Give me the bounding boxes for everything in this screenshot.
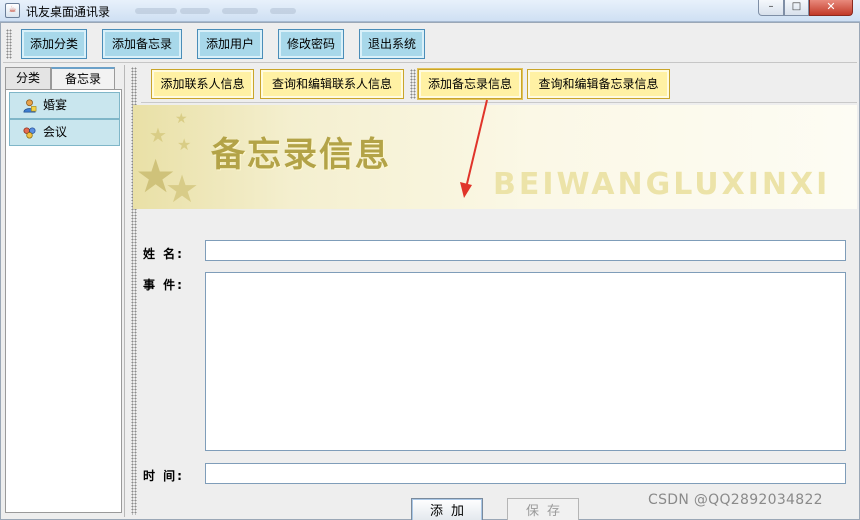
list-item-label: 婚宴 xyxy=(43,98,68,112)
left-panel: 分类 备忘录 婚宴 会议 xyxy=(3,65,125,517)
main-window: 添加分类 添加备忘录 添加用户 修改密码 退出系统 分类 备忘录 婚宴 会议 添… xyxy=(0,22,860,520)
star-icon: ★ xyxy=(177,135,192,154)
event-label: 事 件: xyxy=(143,278,184,292)
tab-memo[interactable]: 备忘录 xyxy=(51,67,115,89)
toolbar-grip-handle[interactable] xyxy=(410,69,416,99)
blurred-background-text xyxy=(222,8,258,14)
add-user-button[interactable]: 添加用户 xyxy=(197,29,263,59)
person-icon xyxy=(23,99,37,113)
window-titlebar: ☕ 讯友桌面通讯录 – □ ✕ xyxy=(0,0,860,22)
toolbar-grip-handle[interactable] xyxy=(6,29,12,59)
close-button[interactable]: ✕ xyxy=(809,0,853,16)
add-contact-button[interactable]: 添加联系人信息 xyxy=(151,69,254,99)
maximize-button[interactable]: □ xyxy=(784,0,809,16)
add-memo-info-button[interactable]: 添加备忘录信息 xyxy=(418,69,522,99)
name-label: 姓 名: xyxy=(143,247,184,261)
exit-system-button[interactable]: 退出系统 xyxy=(359,29,425,59)
java-app-icon: ☕ xyxy=(5,3,20,18)
memo-list: 婚宴 会议 xyxy=(5,89,122,513)
name-input[interactable] xyxy=(205,240,846,261)
list-item-label: 会议 xyxy=(43,125,68,139)
window-title: 讯友桌面通讯录 xyxy=(26,5,111,19)
time-label: 时 间: xyxy=(143,469,184,483)
event-textarea[interactable] xyxy=(205,272,846,451)
blurred-background-text xyxy=(180,8,210,14)
banner-title: 备忘录信息 xyxy=(211,135,391,175)
time-input[interactable] xyxy=(205,463,846,484)
sub-toolbar: 添加联系人信息 查询和编辑联系人信息 添加备忘录信息 查询和编辑备忘录信息 xyxy=(141,65,857,103)
group-icon xyxy=(23,127,36,139)
star-icon: ★ xyxy=(175,111,188,127)
watermark-text: CSDN @QQ2892034822 xyxy=(648,492,823,508)
annotation-arrow-icon xyxy=(460,99,488,198)
add-memo-button[interactable]: 添加备忘录 xyxy=(102,29,182,59)
add-button[interactable]: 添加 xyxy=(411,498,483,520)
change-password-button[interactable]: 修改密码 xyxy=(278,29,344,59)
list-item[interactable]: 会议 xyxy=(9,119,120,146)
main-toolbar: 添加分类 添加备忘录 添加用户 修改密码 退出系统 xyxy=(3,25,857,63)
blurred-background-text xyxy=(135,8,177,14)
save-button: 保存 xyxy=(507,498,579,520)
minimize-button[interactable]: – xyxy=(758,0,784,16)
query-edit-memo-button[interactable]: 查询和编辑备忘录信息 xyxy=(527,69,670,99)
star-icon: ★ xyxy=(149,123,167,147)
list-item[interactable]: 婚宴 xyxy=(9,92,120,119)
star-icon: ★ xyxy=(165,167,200,209)
query-edit-contact-button[interactable]: 查询和编辑联系人信息 xyxy=(260,69,404,99)
tab-category[interactable]: 分类 xyxy=(5,67,51,89)
banner-subtitle: BEIWANGLUXINXI xyxy=(493,167,831,202)
blurred-background-text xyxy=(270,8,296,14)
add-category-button[interactable]: 添加分类 xyxy=(21,29,87,59)
memo-banner: ★ ★ ★ ★ ★ 备忘录信息 BEIWANGLUXINXI xyxy=(133,105,857,209)
